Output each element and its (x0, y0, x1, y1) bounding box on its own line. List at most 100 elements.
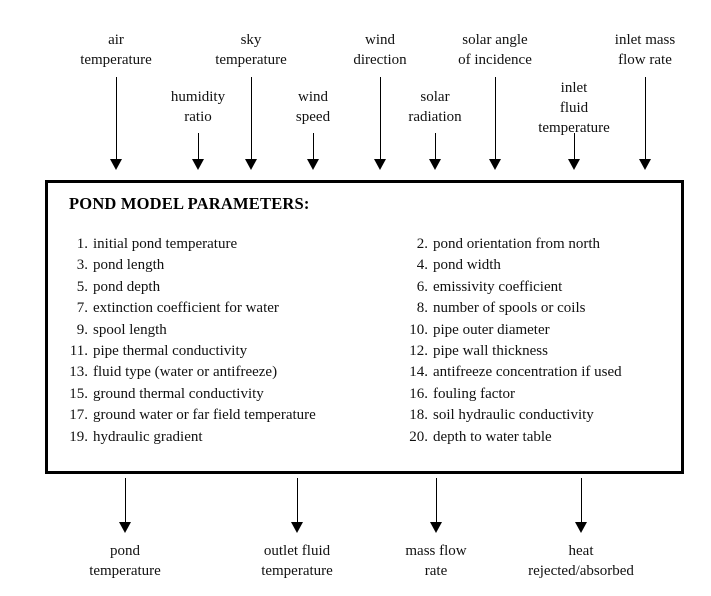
label-line: fluid (559, 100, 589, 116)
parameter-text: antifreeze concentration if used (433, 364, 622, 381)
arrow-shaft (434, 133, 436, 159)
parameter-text: pipe wall thickness (433, 342, 548, 359)
parameter-row: 17. ground water or far field temperature (64, 407, 316, 428)
arrow-shaft (494, 77, 496, 159)
parameter-number: 17. (69, 407, 88, 424)
parameter-row: 12. pipe wall thickness (404, 343, 622, 364)
label-line: mass flow (405, 543, 467, 559)
output-label-outlet-fluid-temperature: outlet fluid temperature (261, 541, 333, 581)
parameter-number: 15. (69, 385, 88, 402)
parameter-number: 18. (409, 407, 428, 424)
parameter-number: 12. (409, 342, 428, 359)
arrow-head-icon (429, 159, 441, 170)
parameter-text: initial pond temperature (93, 236, 238, 252)
input-label-inlet-mass-flow-rate: inlet mass flow rate (615, 30, 675, 70)
input-label-inlet-fluid-temperature: inlet fluid temperature (538, 78, 610, 138)
input-label-solar-angle-of-incidence: solar angle of incidence (458, 30, 532, 70)
label-line: sky (240, 32, 262, 48)
output-label-pond-temperature: pond temperature (89, 541, 161, 581)
label-line: of incidence (458, 52, 532, 68)
parameter-text: pond width (433, 257, 501, 274)
parameter-text: ground thermal conductivity (93, 385, 264, 402)
parameter-number: 20. (409, 428, 428, 445)
input-label-humidity-ratio: humidity ratio (171, 87, 225, 127)
parameter-row: 20. depth to water table (404, 429, 622, 450)
parameter-row: 3. pond length (64, 257, 316, 278)
parameter-number: 1. (76, 236, 88, 252)
label-line: temperature (215, 52, 287, 68)
parameter-text: emissivity coefficient (433, 278, 563, 295)
box-title: POND MODEL PARAMETERS: (69, 194, 310, 213)
label-line: temperature (89, 563, 161, 579)
parameter-text: depth to water table (433, 428, 552, 445)
parameter-number: 2. (416, 236, 428, 252)
parameter-row: 9. spool length (64, 322, 316, 343)
parameter-number: 19. (69, 428, 88, 445)
parameter-text: pond orientation from north (433, 236, 601, 252)
arrow-shaft (580, 478, 582, 522)
parameter-column-right: 2. pond orientation from north 4. pond widt… (404, 236, 622, 450)
label-line: heat (568, 543, 594, 559)
output-label-heat-rejected-absorbed: heat rejected/absorbed (528, 541, 634, 581)
arrow-head-icon (307, 159, 319, 170)
parameter-text: spool length (93, 321, 167, 338)
input-label-sky-temperature: sky temperature (215, 30, 287, 70)
arrow-head-icon (291, 522, 303, 533)
parameter-text: pipe thermal conductivity (93, 342, 248, 359)
label-line: outlet fluid (263, 543, 331, 559)
parameter-text: extinction coefficient for water (93, 300, 279, 317)
arrow-head-icon (245, 159, 257, 170)
label-line: air (108, 32, 124, 48)
arrow-shaft (115, 77, 117, 159)
parameter-number: 5. (76, 278, 88, 295)
parameter-row: 4. pond width (404, 257, 622, 278)
arrow-shaft (250, 77, 252, 159)
arrow-head-icon (119, 522, 131, 533)
input-label-wind-speed: wind speed (296, 87, 330, 127)
label-line: rate (424, 563, 448, 579)
label-line: wind (364, 32, 395, 48)
arrow-shaft (573, 133, 575, 159)
input-label-wind-direction: wind direction (353, 30, 406, 70)
label-line: inlet mass (614, 32, 676, 48)
parameter-number: 3. (76, 257, 88, 274)
arrow-head-icon (430, 522, 442, 533)
parameter-text: number of spools or coils (433, 300, 586, 317)
pond-model-parameters-box: POND MODEL PARAMETERS: 1. initial pond te… (45, 180, 684, 474)
pond-model-diagram: air temperature humidity ratio sky temperatur… (0, 0, 711, 596)
output-label-mass-flow-rate: mass flow rate (405, 541, 466, 581)
label-line: inlet (560, 80, 588, 96)
label-line: radiation (408, 109, 462, 125)
arrow-head-icon (568, 159, 580, 170)
parameter-text: fluid type (water or antifreeze) (93, 364, 278, 381)
parameter-number: 8. (416, 300, 428, 317)
parameter-number: 16. (409, 385, 428, 402)
parameter-text: ground water or far field temperature (93, 407, 316, 424)
input-label-solar-radiation: solar radiation (408, 87, 461, 127)
parameter-number: 7. (76, 300, 88, 317)
arrow-head-icon (489, 159, 501, 170)
parameter-row: 8. number of spools or coils (404, 300, 622, 321)
arrow-shaft (197, 133, 199, 159)
parameter-row: 1. initial pond temperature (64, 236, 316, 257)
arrow-shaft (312, 133, 314, 159)
parameter-number: 4. (416, 257, 428, 274)
parameter-text: pipe outer diameter (433, 321, 550, 338)
label-line: direction (353, 52, 407, 68)
parameter-row: 18. soil hydraulic conductivity (404, 407, 622, 428)
parameter-text: soil hydraulic conductivity (433, 407, 594, 424)
parameter-text: hydraulic gradient (93, 428, 203, 445)
parameter-number: 10. (409, 321, 428, 338)
label-line: wind (298, 89, 328, 105)
label-line: flow rate (618, 52, 672, 68)
arrow-shaft (124, 478, 126, 522)
label-line: temperature (261, 563, 333, 579)
parameter-row: 14. antifreeze concentration if used (404, 364, 622, 385)
parameter-number: 6. (416, 278, 428, 295)
arrow-head-icon (639, 159, 651, 170)
label-line: rejected/absorbed (528, 563, 634, 579)
arrow-shaft (296, 478, 298, 522)
parameter-text: fouling factor (433, 385, 516, 402)
parameter-number: 11. (69, 342, 88, 359)
parameter-number: 13. (69, 364, 88, 381)
